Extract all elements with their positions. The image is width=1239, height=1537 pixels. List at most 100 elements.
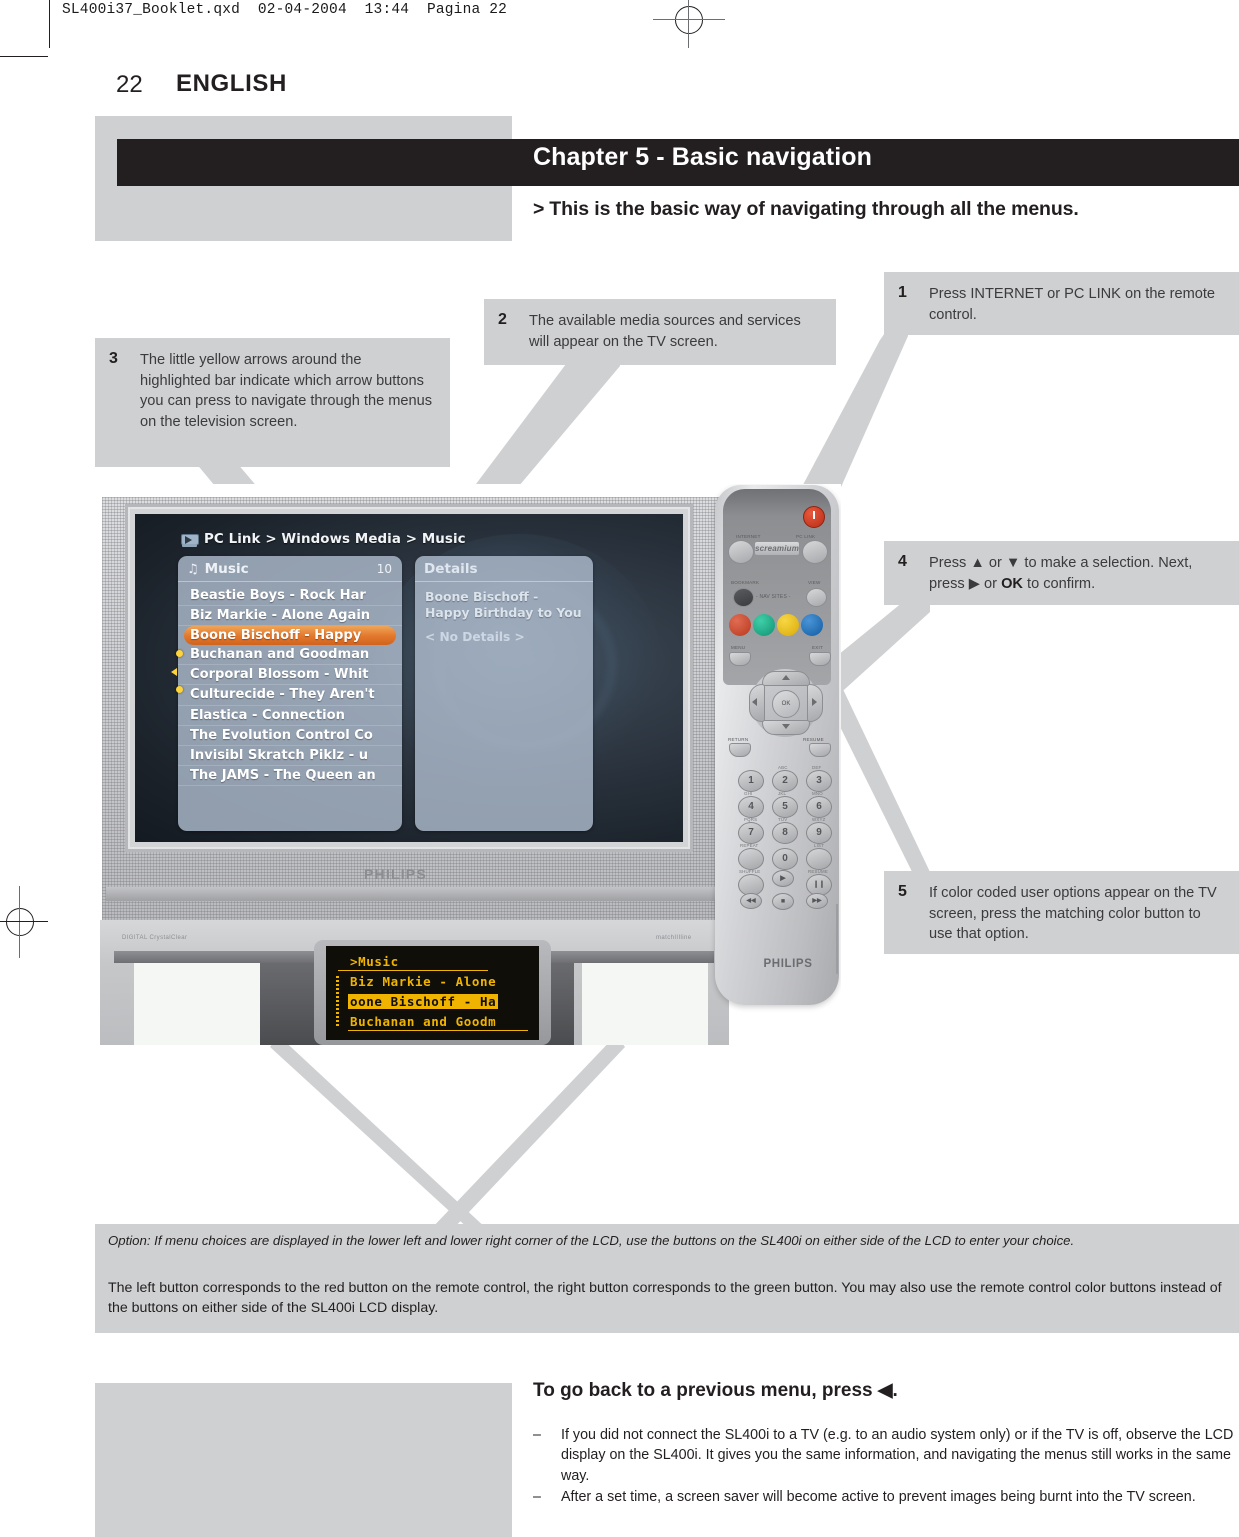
pointer-wedge-lcd-left (270, 1035, 488, 1230)
speaker-left (134, 963, 260, 1045)
footer-paragraph: The left button corresponds to the red b… (108, 1280, 1222, 1317)
key-4[interactable]: 4 (738, 796, 764, 818)
osd-panel-header: Details (415, 556, 593, 582)
lcd-header: >Music (350, 954, 399, 969)
list-item[interactable]: Invisibl Skratch Piklz - u (178, 746, 402, 766)
list-button[interactable] (806, 848, 832, 870)
bottom-gray-block (95, 1383, 512, 1537)
arrow-right-icon: ▶ (968, 575, 980, 592)
lcd-row-selected[interactable]: oone Bischoff - Ha (348, 994, 499, 1009)
nav-down-icon (782, 724, 790, 729)
callout-text: The little yellow arrows around the high… (140, 352, 433, 431)
key-1[interactable]: 1 (738, 770, 764, 792)
callout-number: 5 (898, 883, 907, 900)
key-0[interactable]: 0 (772, 848, 798, 870)
registration-mark-left (0, 886, 48, 958)
key-6[interactable]: 6 (806, 796, 832, 818)
key-9[interactable]: 9 (806, 822, 832, 844)
details-empty: < No Details > (425, 630, 525, 644)
view-button[interactable] (806, 588, 827, 607)
callout-text: Press INTERNET or PC LINK on the remote … (929, 286, 1216, 323)
pointer-wedge-lcd-right (430, 1035, 625, 1230)
yellow-button[interactable] (777, 614, 799, 636)
list-item[interactable]: Corporal Blossom - Whit (178, 665, 402, 686)
stop-button[interactable]: ■ (772, 893, 794, 910)
key-7[interactable]: 7 (738, 822, 764, 844)
tv-right-badge: matchIIIline (656, 935, 692, 941)
panel-count: 10 (376, 562, 392, 576)
bullet-dash: – (533, 1488, 541, 1505)
lcd-bottom-rule (348, 1030, 528, 1031)
lcd-scrollbar[interactable] (336, 976, 339, 1028)
crop-mark-horizontal-left (0, 56, 48, 57)
ok-button[interactable]: OK (772, 690, 800, 718)
callout-step-1: 1 Press INTERNET or PC LINK on the remot… (884, 272, 1239, 335)
callout-step-5: 5 If color coded user options appear on … (884, 871, 1239, 954)
key-8[interactable]: 8 (772, 822, 798, 844)
yellow-arrow-up-indicator (176, 650, 183, 657)
resume-button[interactable] (809, 743, 831, 757)
list-item[interactable]: Elastica - Connection (178, 706, 402, 726)
list-item-selected[interactable]: Boone Bischoff - Happy (184, 626, 396, 646)
red-button[interactable] (729, 614, 751, 636)
nav-left-icon (752, 698, 757, 706)
numeric-keypad[interactable]: ABC DEF 1 2 3 GHI JKL MNO 4 5 6 PQRS TUV… (736, 765, 834, 910)
key-5[interactable]: 5 (772, 796, 798, 818)
arrow-down-icon: ▼ (1005, 555, 1021, 571)
remote-cord (836, 904, 841, 974)
callout-number: 1 (898, 284, 907, 301)
list-item[interactable]: Beastie Boys - Rock Har (178, 586, 402, 607)
osd-track-list[interactable]: Beastie Boys - Rock Har Biz Markie - Alo… (178, 582, 402, 786)
lcd-row[interactable]: Biz Markie - Alone (350, 974, 496, 989)
power-button[interactable] (803, 506, 825, 528)
callout-number: 3 (109, 350, 118, 367)
file-header-stamp: SL400i37_Booklet.qxd 02-04-2004 13:44 Pa… (62, 2, 508, 18)
osd-panel-header: ♫ Music 10 (178, 556, 402, 582)
product-photo: PC Link > Windows Media > Music ♫ Music … (100, 484, 841, 1045)
step4-post: to confirm. (1022, 575, 1096, 592)
bookmark-button[interactable] (733, 588, 754, 607)
pc-link-icon (181, 532, 200, 547)
music-note-icon: ♫ (187, 561, 199, 577)
osd-breadcrumb: PC Link > Windows Media > Music (181, 532, 466, 547)
bullet-text: After a set time, a screen saver will be… (561, 1488, 1196, 1505)
tv-brand-logo: PHILIPS (364, 866, 427, 882)
internet-button[interactable] (728, 540, 754, 564)
return-button[interactable] (729, 743, 751, 757)
callout-step-2: 2 The available media sources and servic… (484, 299, 836, 365)
tv-lower-trim (106, 887, 721, 901)
play-button[interactable]: ▶ (772, 870, 794, 887)
list-item[interactable]: Culturecide - They Aren't (178, 685, 402, 706)
repeat-button[interactable] (738, 848, 764, 870)
previous-button[interactable]: ◀◀ (740, 893, 762, 909)
nav-up-icon (782, 675, 790, 680)
list-item[interactable]: The JAMS - The Queen an (178, 766, 402, 786)
remote-label-resume: RESUME (803, 737, 824, 742)
remote-label-bookmark: BOOKMARK (731, 580, 760, 585)
ok-label: OK (1001, 575, 1023, 592)
list-item[interactable]: The Evolution Control Co (178, 726, 402, 746)
key-3[interactable]: 3 (806, 770, 832, 792)
remote-label-internet: INTERNET (736, 534, 761, 539)
remote-brand-chip: screamium (755, 542, 800, 555)
key-2[interactable]: 2 (772, 770, 798, 792)
remote-label-view: VIEW (808, 580, 821, 585)
callout-step-3: 3 The little yellow arrows around the hi… (95, 338, 450, 467)
remote-label-exit: EXIT (812, 645, 824, 650)
lcd-row[interactable]: Buchanan and Goodm (350, 1014, 496, 1029)
speaker-right (582, 963, 708, 1045)
step4-mid1: or (984, 555, 1006, 571)
yellow-arrow-down-indicator (176, 686, 183, 693)
lcd-display[interactable]: >Music Biz Markie - Alone oone Bischoff … (326, 946, 539, 1040)
arrow-up-icon: ▲ (970, 555, 985, 571)
panel-title: Music (204, 561, 249, 577)
next-button[interactable]: ▶▶ (806, 893, 828, 909)
pc-link-button[interactable] (802, 540, 828, 564)
blue-button[interactable] (801, 614, 823, 636)
osd-music-panel[interactable]: ♫ Music 10 Beastie Boys - Rock Har Biz M… (171, 556, 402, 831)
subtitle-text: This is the basic way of navigating thro… (549, 198, 1079, 220)
list-item[interactable]: Biz Markie - Alone Again (178, 606, 402, 627)
callout-number: 2 (498, 311, 507, 328)
green-button[interactable] (753, 614, 775, 636)
list-item[interactable]: Buchanan and Goodman (178, 645, 402, 666)
